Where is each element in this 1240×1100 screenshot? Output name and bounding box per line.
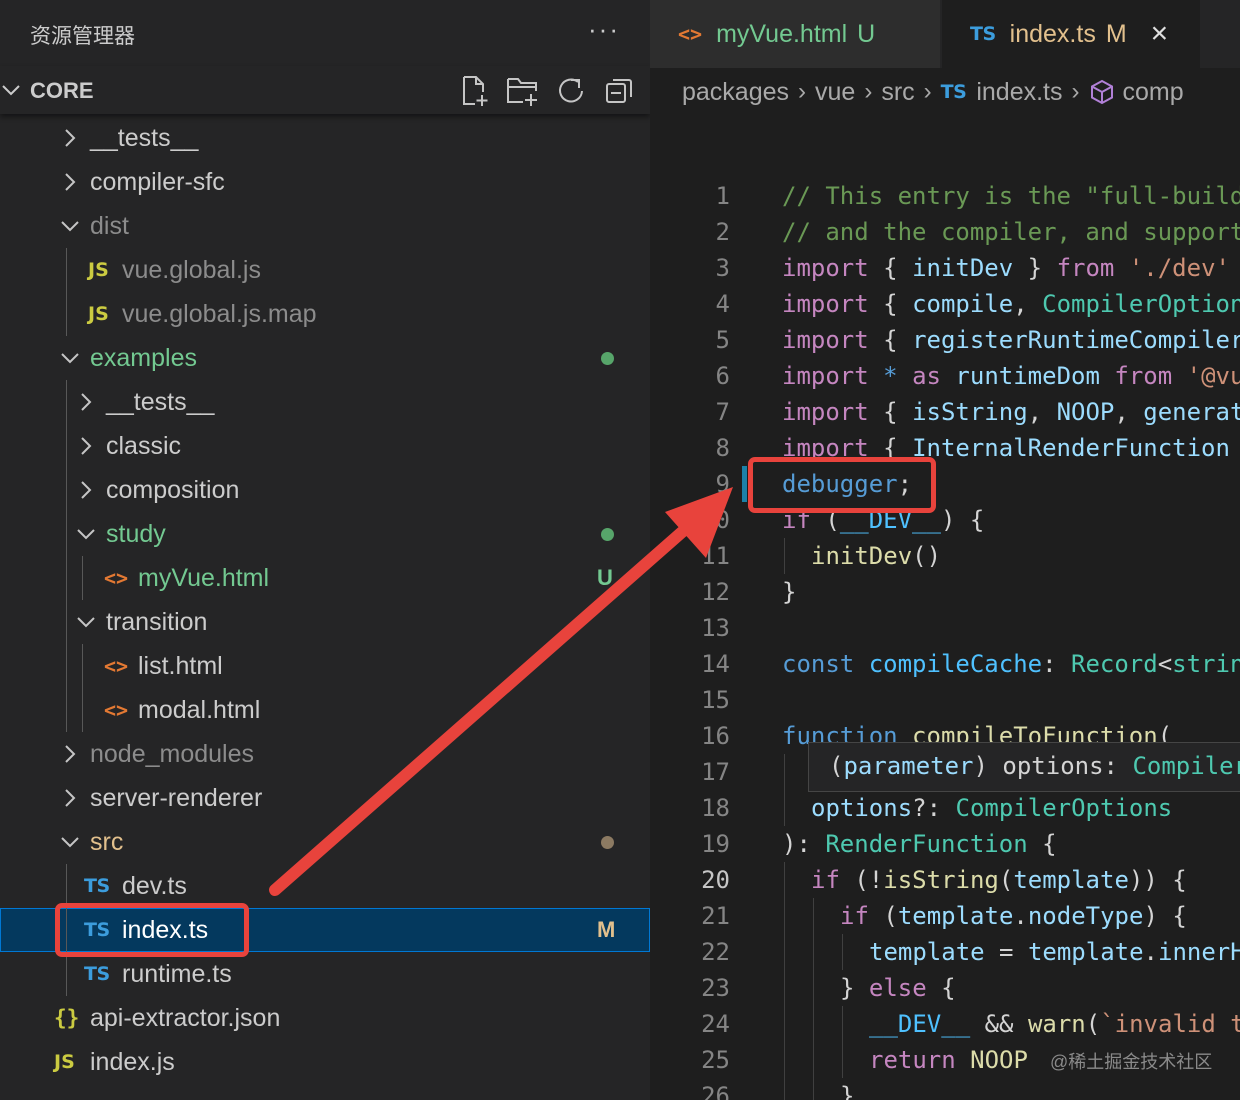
annotation-arrow xyxy=(269,487,733,896)
